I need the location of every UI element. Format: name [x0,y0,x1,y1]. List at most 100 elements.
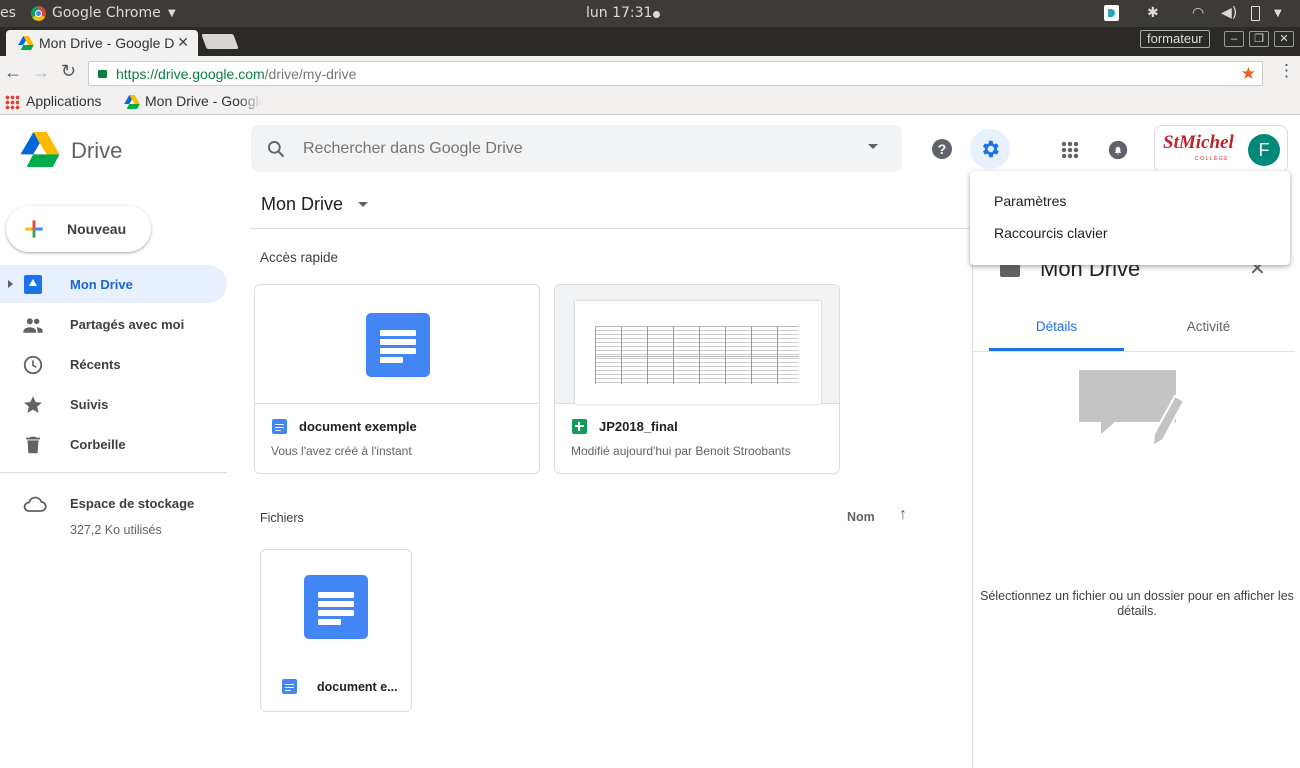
search-options-icon[interactable] [868,144,878,149]
doc-thumbnail-icon [366,313,430,377]
comment-pencil-icon [1079,370,1186,448]
bookmarks-bar: Applications Mon Drive - Google Drive [0,90,1300,115]
clock[interactable]: lun 17:31 [586,5,652,21]
notification-dot-icon [653,11,660,18]
menu-item-parametres[interactable]: Paramètres [994,193,1066,209]
settings-menu: Paramètres Raccourcis clavier [970,171,1290,265]
quick-access-card[interactable]: JP2018_final Modifié aujourd'hui par Ben… [554,284,840,474]
sidebar-item-label: Corbeille [70,437,126,452]
page-title: Mon Drive [261,194,344,214]
lock-icon [98,70,107,78]
storage-section[interactable]: Espace de stockage 327,2 Ko utilisés [0,485,227,545]
details-panel: Mon Drive ✕ Détails Activité Sélectionne… [972,232,1300,768]
new-tab-button[interactable] [201,34,239,49]
chevron-down-icon [358,202,369,207]
profile-button[interactable]: formateur [1140,30,1210,48]
sidebar-item-corbeille[interactable]: Corbeille [0,425,227,463]
tab-mon-drive[interactable]: Mon Drive - Google Drive ✕ [6,30,198,56]
apps-launcher-icon[interactable] [1061,141,1079,159]
docs-icon [282,679,297,694]
sidebar-item-label: Partagés avec moi [70,317,185,332]
address-bar[interactable]: https://drive.google.com/drive/my-drive … [88,61,1263,86]
plus-icon [25,220,43,238]
menu-item-raccourcis-clavier[interactable]: Raccourcis clavier [994,225,1108,241]
tab-activity[interactable]: Activité [1141,304,1276,351]
search-icon[interactable] [266,139,286,159]
bookmark-applications[interactable]: Applications [26,93,102,109]
tab-close-icon[interactable]: ✕ [177,34,189,51]
storage-label: Espace de stockage [70,496,195,511]
new-button[interactable]: Nouveau [6,206,151,252]
chrome-menu-icon[interactable]: ⋮ [1278,61,1295,81]
new-button-label: Nouveau [67,221,127,237]
sidebar-item-mon-drive[interactable]: Mon Drive [0,265,227,303]
tab-details[interactable]: Détails [989,304,1124,351]
bluetooth-icon[interactable]: ✱ [1147,5,1159,21]
file-name: document e... [317,680,398,694]
card-subtitle: Modifié aujourd'hui par Benoit Stroobant… [571,444,791,458]
organization-logo: StMichel [1163,132,1234,153]
forward-button[interactable]: → [32,62,50,83]
help-icon[interactable]: ? [932,139,952,159]
sidebar-item-label: Récents [70,357,121,372]
file-tile[interactable]: document e... [260,549,412,712]
url-scheme: https:// [116,66,159,82]
spreadsheet-preview [575,301,821,404]
battery-icon[interactable] [1251,6,1260,21]
apps-grid-icon[interactable] [5,95,20,110]
header-divider [251,228,973,229]
sort-direction-arrow-icon[interactable]: ↑ [899,506,907,524]
sidebar-item-suivis[interactable]: Suivis [0,385,227,423]
toolbar: ← → ↻ https://drive.google.com/drive/my-… [0,56,1300,90]
search-input[interactable] [303,135,843,162]
url-path: /drive/my-drive [264,66,357,82]
system-menu-chevron-icon[interactable]: ▼ [1274,8,1282,19]
minimize-button[interactable]: – [1224,31,1244,47]
doc-thumbnail-icon [304,575,368,639]
search-bar[interactable] [251,125,902,172]
sort-by-name-button[interactable]: Nom [847,510,875,524]
drive-app: Drive ? StMichel COLLÈGE F Nouveau Mon D… [0,115,1300,768]
url-host: drive.google.com [158,66,265,82]
quick-access-heading: Accès rapide [260,250,339,265]
quick-access-card[interactable]: document exemple Vous l'avez créé à l'in… [254,284,540,474]
bookmark-star-icon[interactable]: ★ [1241,64,1256,84]
tab-strip: Mon Drive - Google Drive ✕ formateur – ❐… [0,27,1300,56]
card-thumbnail [255,285,539,404]
sidebar-divider [0,472,227,473]
account-area[interactable]: StMichel COLLÈGE F [1154,125,1288,173]
expand-arrow-icon[interactable] [8,280,13,288]
sidebar-item-label: Suivis [70,397,109,412]
card-subtitle: Vous l'avez créé à l'instant [271,444,412,458]
back-button[interactable]: ← [4,62,22,83]
app-menu-label[interactable]: Google Chrome [52,5,161,21]
trash-icon [26,436,40,454]
breadcrumb[interactable]: Mon Drive [261,194,369,215]
bookmark-mon-drive[interactable]: Mon Drive - Google Drive [145,93,262,109]
card-thumbnail [555,285,839,404]
dashlane-tray-icon[interactable] [1104,5,1119,21]
sidebar-item-partages[interactable]: Partagés avec moi [0,305,227,343]
close-window-button[interactable]: ✕ [1274,31,1294,47]
cloud-icon [23,496,47,512]
star-icon [24,396,42,413]
volume-icon[interactable]: ◀) [1221,5,1237,21]
drive-favicon-icon [124,95,140,109]
sidebar-item-recents[interactable]: Récents [0,345,227,383]
app-menu-chevron-icon[interactable]: ▼ [168,8,176,19]
drive-logo-text[interactable]: Drive [71,138,122,164]
activities-label[interactable]: es [0,5,16,21]
gear-icon [982,140,999,158]
wifi-icon[interactable]: ◠ [1192,5,1204,21]
files-heading: Fichiers [260,511,304,525]
reload-button[interactable]: ↻ [61,61,76,82]
avatar[interactable]: F [1248,134,1280,166]
restore-button[interactable]: ❐ [1249,31,1269,47]
notifications-bell-icon[interactable] [1108,140,1128,160]
tab-title: Mon Drive - Google Drive [39,35,174,51]
card-title: JP2018_final [599,419,678,434]
empty-details-message: Sélectionnez un fichier ou un dossier po… [980,589,1294,618]
settings-button[interactable] [970,129,1010,169]
people-icon [23,318,43,333]
drive-logo-icon[interactable] [20,132,60,167]
